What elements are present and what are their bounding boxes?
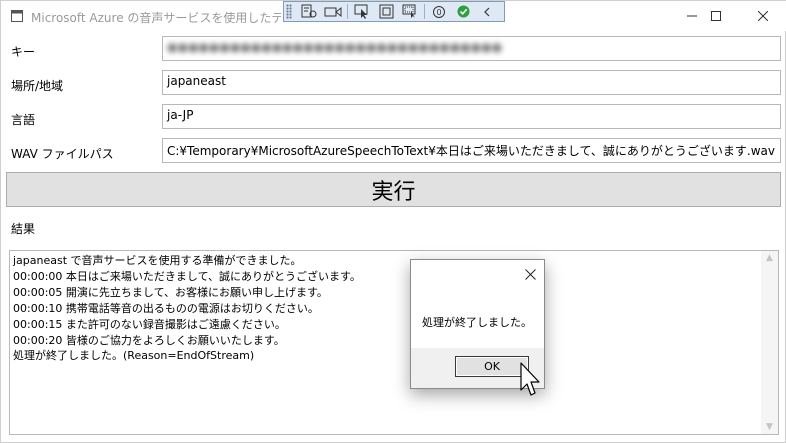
region-label: 場所/地域 xyxy=(11,79,64,93)
vertical-scrollbar[interactable]: ▲ ▼ xyxy=(761,251,778,434)
key-label: キー xyxy=(11,45,36,59)
collapse-toolbar-button[interactable] xyxy=(475,2,499,21)
dialog-close-button[interactable] xyxy=(522,266,538,282)
live-visual-tree-icon xyxy=(301,4,317,18)
language-field[interactable]: ja-JP xyxy=(162,104,781,129)
binding-failures-button[interactable]: 0 xyxy=(427,2,451,21)
main-window: Microsoft Azure の音声サービスを使用したテキスト化 xyxy=(0,0,786,443)
result-line: 00:00:00 本日はご来場いただきまして、誠にありがとうございます。 xyxy=(13,269,361,283)
result-line: 00:00:15 また許可のない録音撮影はご遠慮ください。 xyxy=(13,317,286,331)
hot-reload-check-icon xyxy=(457,5,469,18)
close-icon xyxy=(758,11,768,21)
results-lines: japaneast で音声サービスを使用する準備ができました。 00:00:00… xyxy=(13,253,361,364)
close-icon xyxy=(524,268,536,280)
key-field[interactable]: ●●●●●●●●●●●●●●●●●●●●●●●●●●●●●●●● xyxy=(162,36,781,61)
results-textbox[interactable]: japaneast で音声サービスを使用する準備ができました。 00:00:00… xyxy=(9,250,779,435)
run-button[interactable]: 実行 xyxy=(6,172,781,207)
video-icon xyxy=(324,6,342,17)
app-icon xyxy=(11,10,23,22)
live-visual-tree-button[interactable] xyxy=(297,2,321,21)
key-value: ●●●●●●●●●●●●●●●●●●●●●●●●●●●●●●●● xyxy=(167,40,503,54)
region-field[interactable]: japaneast xyxy=(162,70,781,95)
binding-failures-icon: 0 xyxy=(433,5,445,18)
mouse-pointer-icon xyxy=(520,362,540,396)
toolbar-separator xyxy=(347,4,348,19)
result-line: 00:00:20 皆様のご協力をよろしくお願いいたします。 xyxy=(13,333,285,347)
result-line: 処理が終了しました。(Reason=EndOfStream) xyxy=(13,349,255,363)
maximize-icon xyxy=(711,11,721,21)
display-layout-adorners-button[interactable] xyxy=(374,2,398,21)
result-line: 00:00:05 開演に先立ちまして、お客様にお願い申し上げます。 xyxy=(13,285,328,299)
collapse-icon xyxy=(484,7,490,16)
wav-path-label: WAV ファイルパス xyxy=(11,147,114,161)
svg-text:0: 0 xyxy=(436,8,441,17)
xaml-debug-toolbar: 0 xyxy=(283,1,505,22)
result-line: japaneast で音声サービスを使用する準備ができました。 xyxy=(13,254,302,267)
wav-path-field[interactable]: C:¥Temporary¥MicrosoftAzureSpeechToText¥… xyxy=(162,138,781,163)
window-title: Microsoft Azure の音声サービスを使用したテキスト化 xyxy=(31,11,281,25)
dialog-message: 処理が終了しました。 xyxy=(422,316,532,329)
ok-button[interactable]: OK xyxy=(455,356,529,377)
video-button[interactable] xyxy=(321,2,345,21)
display-layout-adorners-icon xyxy=(379,4,393,19)
result-line: 00:00:10 携帯電話等音の出るものの電源はお切りください。 xyxy=(13,301,319,315)
select-element-icon xyxy=(354,4,368,19)
hot-reload-status-button[interactable] xyxy=(451,2,475,21)
results-label: 結果 xyxy=(11,222,36,236)
close-button[interactable] xyxy=(740,1,786,31)
toolbar-separator xyxy=(424,4,425,19)
language-label: 言語 xyxy=(11,113,36,127)
select-element-button[interactable] xyxy=(350,2,374,21)
toolbar-grip[interactable] xyxy=(286,4,292,19)
track-focus-icon xyxy=(402,4,416,18)
scroll-up-icon[interactable]: ▲ xyxy=(761,251,778,265)
scroll-down-icon[interactable]: ▼ xyxy=(761,420,778,434)
maximize-button[interactable] xyxy=(693,1,739,31)
track-focus-button[interactable] xyxy=(398,2,422,21)
